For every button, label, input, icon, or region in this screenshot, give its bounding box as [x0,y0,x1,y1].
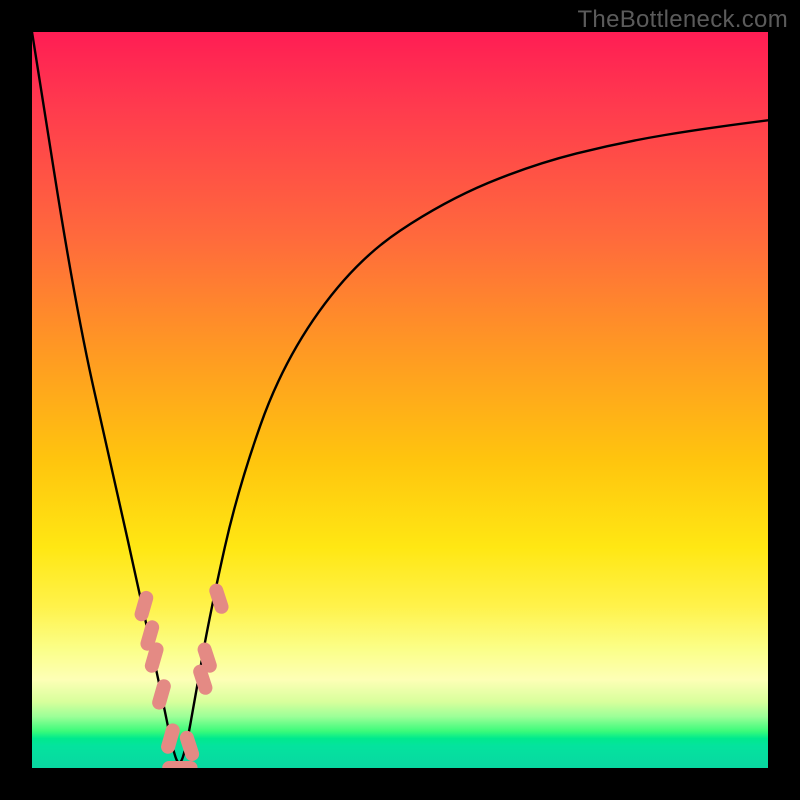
watermark-text: TheBottleneck.com [577,6,788,34]
marker [160,722,181,754]
markers [134,582,230,768]
v-curve [32,32,768,763]
chart-frame: TheBottleneck.com [0,0,800,800]
marker [167,762,197,769]
marker [134,590,155,622]
plot-area [32,32,768,768]
curve-path [32,32,768,763]
curve-layer [32,32,768,768]
marker [151,678,172,710]
